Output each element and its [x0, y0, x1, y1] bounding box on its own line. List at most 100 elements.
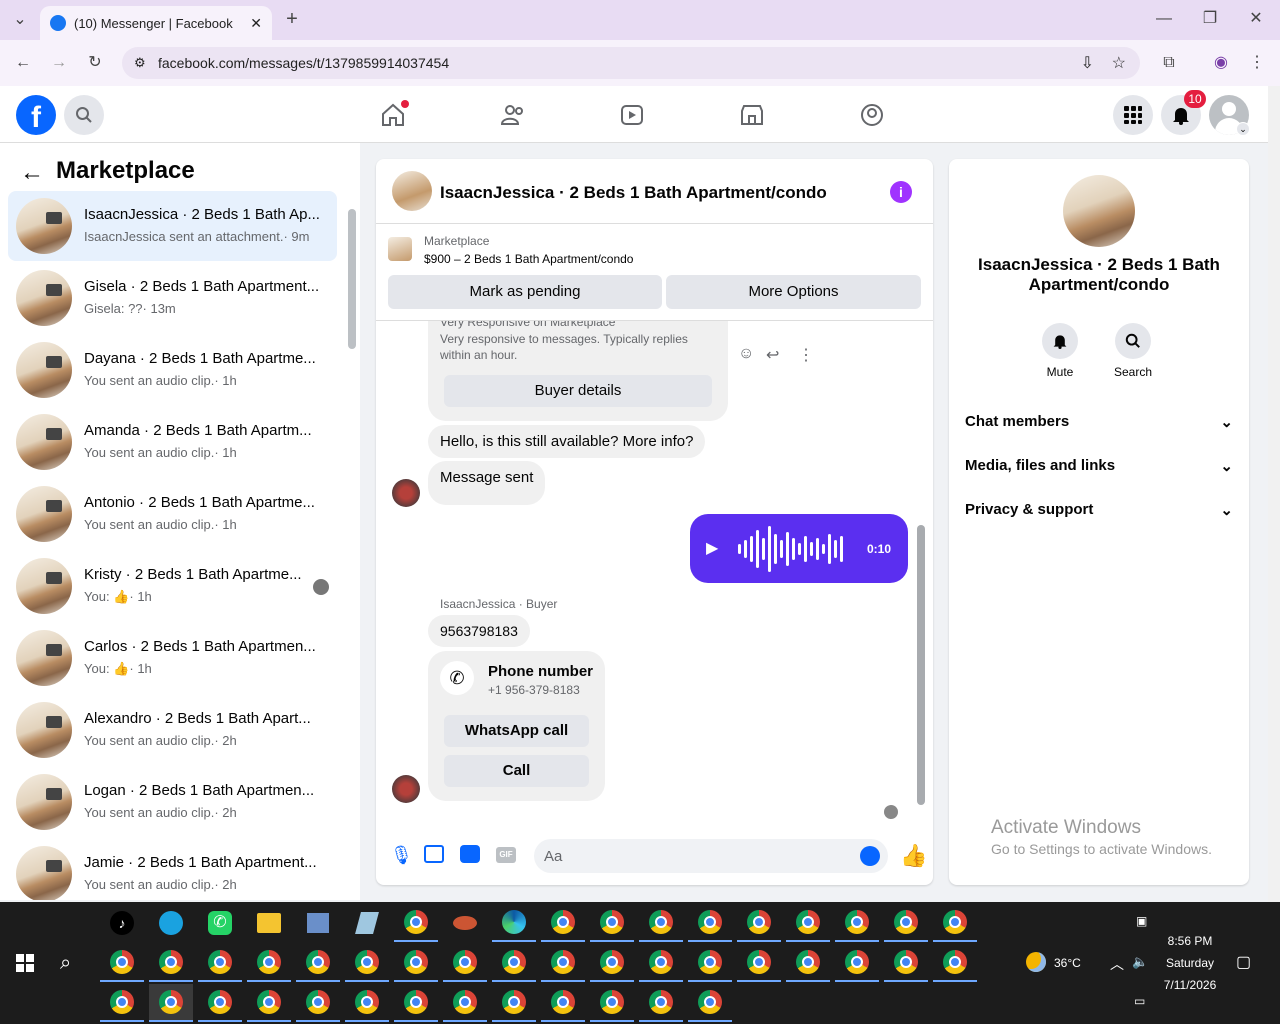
search-conversation-icon[interactable] — [1115, 323, 1151, 359]
back-icon[interactable]: ← — [12, 53, 34, 73]
app-icon[interactable] — [296, 904, 340, 942]
minimize-icon[interactable]: — — [1154, 9, 1174, 29]
chrome-icon[interactable] — [639, 944, 683, 982]
chrome-icon[interactable] — [884, 944, 928, 982]
react-icon[interactable]: ☺ — [738, 345, 754, 363]
chat-item[interactable]: Gisela · 2 Beds 1 Bath Apartment... Gise… — [8, 263, 337, 333]
network-icon[interactable]: ▭ — [1134, 994, 1145, 1008]
chat-item[interactable]: Logan · 2 Beds 1 Bath Apartmen... You se… — [8, 767, 337, 837]
facebook-logo-icon[interactable]: f — [16, 95, 56, 135]
chat-item[interactable]: IsaacnJessica · 2 Beds 1 Bath Ap... Isaa… — [8, 191, 337, 261]
temperature[interactable]: 36°C — [1054, 956, 1081, 970]
friends-nav-icon[interactable] — [493, 95, 533, 135]
message-bubble[interactable]: 9563798183 — [428, 615, 530, 647]
browser-tab[interactable]: (10) Messenger | Facebook ✕ — [40, 6, 272, 40]
chrome-icon[interactable] — [933, 944, 977, 982]
chat-members-row[interactable]: Chat members ⌄ — [965, 413, 1233, 431]
menu-grid-icon[interactable] — [1113, 95, 1153, 135]
message-bubble[interactable]: Hello, is this still available? More inf… — [428, 425, 706, 458]
chrome-icon[interactable] — [443, 944, 487, 982]
chrome-icon-active[interactable] — [149, 984, 193, 1022]
extensions-icon[interactable]: ⧉ — [1158, 53, 1180, 73]
play-icon[interactable]: ▶ — [706, 538, 718, 558]
chrome-icon[interactable] — [296, 984, 340, 1022]
chat-item[interactable]: Carlos · 2 Beds 1 Bath Apartmen... You: … — [8, 623, 337, 693]
info-icon[interactable]: i — [890, 181, 912, 203]
chat-item[interactable]: Kristy · 2 Beds 1 Bath Apartme... You: 👍… — [8, 551, 337, 621]
buyer-details-button[interactable]: Buyer details — [444, 375, 712, 407]
chrome-icon[interactable] — [590, 984, 634, 1022]
whatsapp-icon[interactable]: ✆ — [198, 904, 242, 942]
file-explorer-icon[interactable] — [247, 904, 291, 942]
chrome-icon[interactable] — [639, 984, 683, 1022]
chrome-icon[interactable] — [443, 984, 487, 1022]
sender-avatar[interactable] — [392, 479, 420, 507]
chrome-icon[interactable] — [198, 944, 242, 982]
chrome-icon[interactable] — [933, 904, 977, 942]
more-actions-icon[interactable]: ⋮ — [798, 345, 814, 365]
chrome-icon[interactable] — [198, 984, 242, 1022]
microphone-icon[interactable]: 🎙 — [390, 845, 413, 866]
chrome-icon[interactable] — [688, 984, 732, 1022]
more-options-button[interactable]: More Options — [666, 275, 921, 309]
photo-icon[interactable] — [424, 845, 444, 863]
whatsapp-call-button[interactable]: WhatsApp call — [444, 715, 589, 747]
url-field[interactable]: ⚙ facebook.com/messages/t/13798599140374… — [122, 47, 1140, 79]
chrome-icon[interactable] — [737, 904, 781, 942]
chrome-icon[interactable] — [247, 944, 291, 982]
message-scrollbar[interactable] — [917, 525, 925, 805]
chrome-icon[interactable] — [100, 944, 144, 982]
taskbar-search-icon[interactable]: ⌕ — [60, 952, 71, 975]
chrome-icon[interactable] — [149, 944, 193, 982]
profile-photo[interactable] — [1063, 175, 1135, 247]
speaker-icon[interactable]: 🔈 — [1132, 954, 1148, 970]
site-info-icon[interactable]: ⚙ — [134, 55, 146, 71]
chrome-icon[interactable] — [688, 904, 732, 942]
tiktok-icon[interactable]: ♪ — [100, 904, 144, 942]
reply-icon[interactable]: ↩ — [766, 345, 779, 365]
weather-icon[interactable] — [1026, 952, 1046, 972]
new-tab-icon[interactable]: + — [282, 9, 302, 29]
back-arrow-icon[interactable]: ← — [20, 159, 44, 187]
chrome-icon[interactable] — [100, 984, 144, 1022]
sender-avatar[interactable] — [392, 775, 420, 803]
conversation-title[interactable]: IsaacnJessica · 2 Beds 1 Bath Apartment/… — [440, 183, 827, 203]
edge-icon[interactable] — [492, 904, 536, 942]
app-icon[interactable] — [443, 904, 487, 942]
clock-day[interactable]: Saturday — [1160, 956, 1220, 970]
tab-search-icon[interactable]: ⌄ — [10, 10, 30, 30]
action-center-icon[interactable]: ▢ — [1236, 952, 1251, 972]
chrome-icon[interactable] — [345, 944, 389, 982]
chat-item[interactable]: Alexandro · 2 Beds 1 Bath Apart... You s… — [8, 695, 337, 765]
clock-time[interactable]: 8:56 PM — [1160, 934, 1220, 948]
close-window-icon[interactable]: ✕ — [1246, 9, 1266, 29]
chrome-icon[interactable] — [394, 944, 438, 982]
install-app-icon[interactable]: ⇩ — [1081, 53, 1094, 73]
chat-item[interactable]: Antonio · 2 Beds 1 Bath Apartme... You s… — [8, 479, 337, 549]
chrome-icon[interactable] — [835, 904, 879, 942]
chrome-icon[interactable] — [492, 984, 536, 1022]
bookmark-star-icon[interactable]: ☆ — [1112, 53, 1126, 73]
gif-icon[interactable]: GIF — [496, 847, 516, 863]
device-icon[interactable]: ▣ — [1136, 914, 1147, 928]
tray-chevron-icon[interactable]: ︿ — [1110, 954, 1124, 974]
privacy-support-row[interactable]: Privacy & support ⌄ — [965, 501, 1233, 519]
browser-menu-icon[interactable]: ⋮ — [1246, 53, 1268, 73]
chrome-icon[interactable] — [835, 944, 879, 982]
profile-icon[interactable]: ◉ — [1210, 53, 1232, 73]
edge-app-icon[interactable] — [149, 904, 193, 942]
chat-item[interactable]: Dayana · 2 Beds 1 Bath Apartme... You se… — [8, 335, 337, 405]
message-bubble[interactable]: Message sent — [428, 461, 546, 505]
chrome-icon[interactable] — [590, 944, 634, 982]
account-chevron-icon[interactable]: ⌄ — [1236, 122, 1250, 136]
message-input[interactable]: Aa — [534, 839, 888, 873]
emoji-icon[interactable] — [860, 846, 880, 866]
windows-start-icon[interactable] — [16, 954, 34, 972]
sticker-icon[interactable] — [460, 845, 480, 863]
chrome-icon[interactable] — [296, 944, 340, 982]
clock-date[interactable]: 7/11/2026 — [1160, 978, 1220, 992]
mark-pending-button[interactable]: Mark as pending — [388, 275, 662, 309]
page-scrollbar[interactable] — [1268, 86, 1280, 902]
media-files-row[interactable]: Media, files and links ⌄ — [965, 457, 1233, 475]
search-icon[interactable] — [64, 95, 104, 135]
